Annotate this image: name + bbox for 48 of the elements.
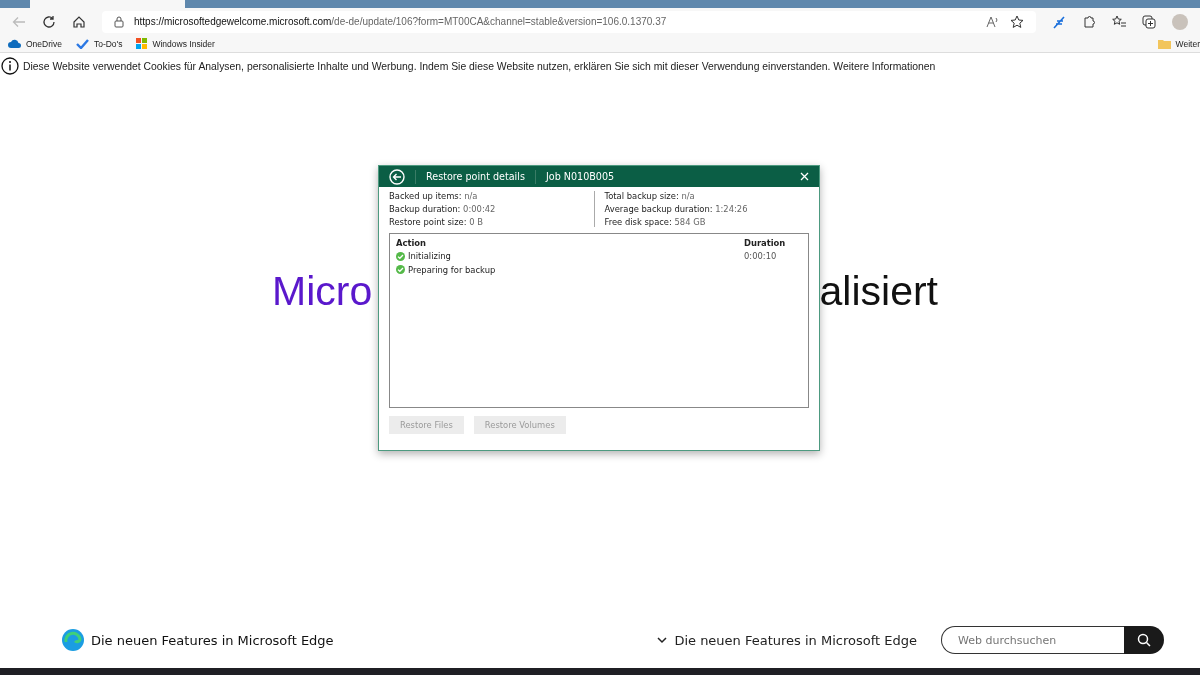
info-icon xyxy=(1,57,19,75)
bookmark-link[interactable]: OneDrive xyxy=(8,38,62,49)
job-name: Job N010B005 xyxy=(545,171,615,182)
duration-text: 0:00:10 xyxy=(744,251,778,262)
more-info-link[interactable]: Weitere Informationen xyxy=(833,60,936,72)
bookmark-link[interactable]: Windows Insider xyxy=(136,38,215,49)
home-icon[interactable] xyxy=(72,14,86,29)
edge-logo-icon xyxy=(61,628,85,652)
windows-logo-icon xyxy=(136,38,148,49)
column-header: Action xyxy=(396,237,427,248)
headline-text: Micro xyxy=(272,271,373,312)
features-menu[interactable]: Die neuen Features in Microsoft Edge xyxy=(657,632,917,648)
stat-text: Free disk space: 584 GB xyxy=(604,217,707,227)
cookie-notice: Diese Website verwendet Cookies für Analysen, personalisierte Inhalte und Werbung. Indem Sie diese Website nutzen, erklären Sie sich mit dieser Verwendung einverstanden. Weitere Informationen xyxy=(23,60,936,72)
refresh-icon[interactable] xyxy=(42,14,56,29)
search-field[interactable]: Web durchsuchen xyxy=(941,626,1124,654)
collections-icon[interactable] xyxy=(1142,14,1156,29)
footer-brand[interactable]: Die neuen Features in Microsoft Edge xyxy=(91,632,334,648)
action-text: Preparing for backup xyxy=(408,264,496,275)
favorites-icon[interactable] xyxy=(1112,14,1126,29)
stat-text: Total backup size: n/a xyxy=(604,191,696,201)
folder-icon xyxy=(1157,38,1171,49)
search-icon xyxy=(1137,633,1151,647)
search-button[interactable] xyxy=(1124,626,1164,654)
stat-text: Average backup duration: 1:24:26 xyxy=(604,204,749,214)
url-text: https://microsoftedgewelcome.microsoft.com/de-de/update/106?form=MT00CA&channel=stable&version=106.0.1370.37 xyxy=(134,16,667,27)
headline-text: alisiert xyxy=(819,271,938,312)
lock-icon xyxy=(114,15,124,28)
cloud-icon xyxy=(8,39,21,48)
dialog-title: Restore point details xyxy=(426,171,525,182)
action-text: Initializing xyxy=(408,251,451,262)
other-favorites-link[interactable]: Weiter xyxy=(1157,38,1200,49)
stat-text: Restore point size: 0 B xyxy=(389,217,484,227)
extensions-icon[interactable] xyxy=(1082,14,1096,29)
back-icon[interactable] xyxy=(389,168,405,185)
chevron-down-icon xyxy=(657,636,668,644)
checkmark-icon xyxy=(75,38,89,49)
success-check-icon xyxy=(396,265,405,275)
favorite-star-icon[interactable] xyxy=(1010,14,1024,29)
success-check-icon xyxy=(396,251,405,261)
column-header: Duration xyxy=(744,237,787,248)
close-icon[interactable] xyxy=(800,172,809,181)
read-aloud-icon[interactable] xyxy=(986,15,1000,28)
stat-text: Backed up items: n/a xyxy=(389,191,479,201)
address-bar[interactable]: https://microsoftedgewelcome.microsoft.com/de-de/update/106?form=MT00CA&channel=stable&version=106.0.1370.37 xyxy=(102,10,1036,33)
stat-text: Backup duration: 0:00:42 xyxy=(389,204,497,214)
bookmark-link[interactable]: To-Do's xyxy=(75,38,123,49)
pen-icon[interactable] xyxy=(1052,14,1066,29)
